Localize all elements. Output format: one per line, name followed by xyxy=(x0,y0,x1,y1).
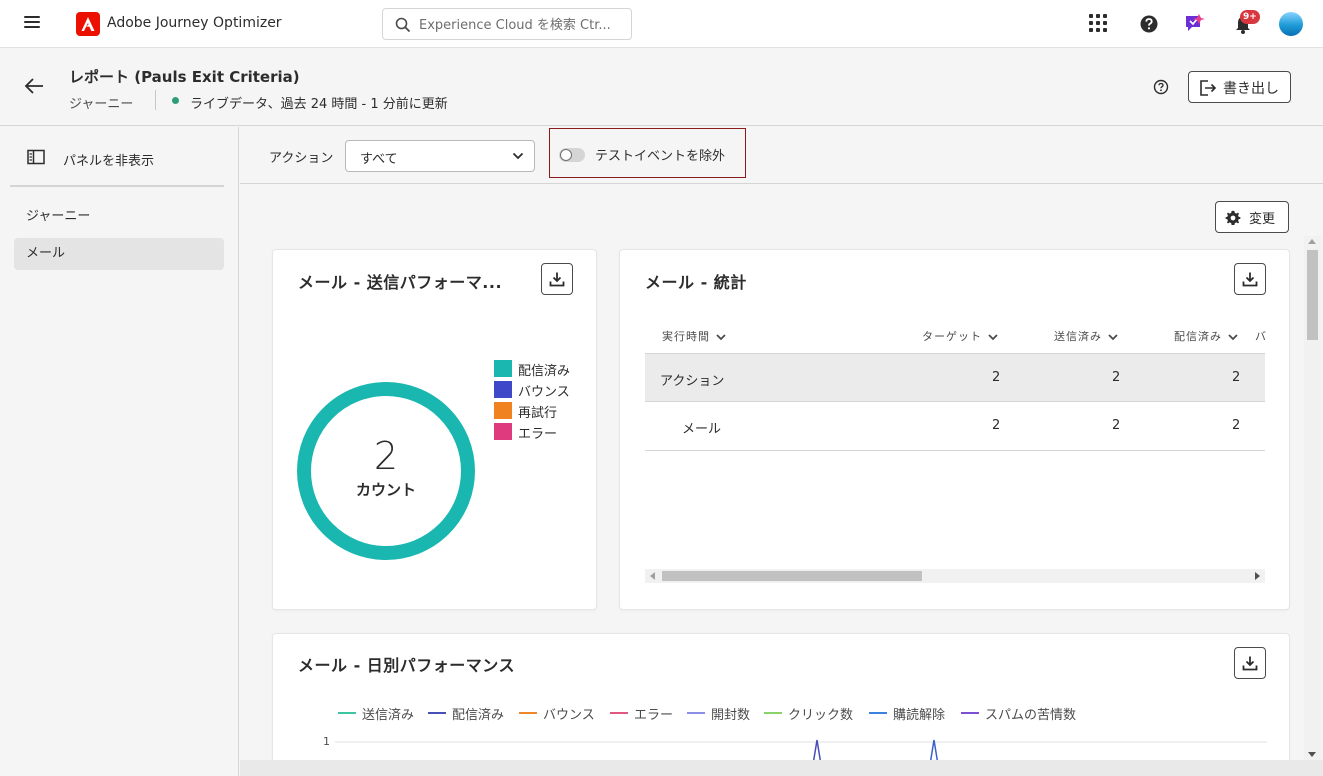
row-target: 2 xyxy=(992,370,1001,385)
column-header-target[interactable]: ターゲット xyxy=(922,328,998,344)
exclude-test-events-label[interactable]: テストイベントを除外 xyxy=(595,145,725,164)
donut-total: 2 xyxy=(373,434,399,478)
exclude-test-events-highlight: テストイベントを除外 xyxy=(549,128,746,178)
table-row[interactable]: アクション 2 2 2 xyxy=(645,353,1265,402)
donut-total-label: カウント xyxy=(355,481,416,499)
report-header: レポート (Pauls Exit Criteria) ジャーニー ライブデータ、… xyxy=(0,49,1323,126)
adobe-logo-icon[interactable] xyxy=(76,12,100,36)
bottom-edge xyxy=(240,760,1323,776)
search-box[interactable] xyxy=(382,8,632,40)
card-title: メール - 日別パフォーマンス xyxy=(298,656,515,675)
send-performance-card: メール - 送信パフォーマ... 2 カウント 配信済み バウンス 再試行 エラ… xyxy=(272,249,597,610)
row-name: メール xyxy=(682,422,722,437)
help-icon[interactable] xyxy=(1137,12,1161,36)
scroll-left-icon[interactable] xyxy=(650,572,655,580)
chevron-down-icon xyxy=(512,152,524,160)
column-header-sent[interactable]: 送信済み xyxy=(1054,328,1118,344)
row-name: アクション xyxy=(660,374,725,389)
chevron-down-icon xyxy=(1228,333,1238,340)
change-label: 変更 xyxy=(1249,212,1276,227)
row-sent: 2 xyxy=(1112,418,1121,433)
breadcrumb[interactable]: ジャーニー xyxy=(69,93,133,112)
export-icon xyxy=(1200,80,1217,96)
stats-card: メール - 統計 実行時間 ターゲット 送信済み 配信済み バ アクション 2 … xyxy=(619,249,1290,610)
search-icon xyxy=(395,17,411,33)
chevron-down-icon xyxy=(1108,333,1118,340)
hide-panel-button[interactable]: パネルを非表示 xyxy=(63,150,154,169)
table-row[interactable]: メール 2 2 2 xyxy=(645,402,1265,451)
gear-icon xyxy=(1225,210,1241,225)
feedback-chat-icon[interactable] xyxy=(1183,12,1207,36)
daily-performance-card: メール - 日別パフォーマンス 送信済み 配信済み バウンス エラー 開封数 ク… xyxy=(272,633,1290,776)
download-button[interactable] xyxy=(1234,647,1266,679)
back-arrow-icon[interactable] xyxy=(24,77,44,95)
action-filter-select[interactable]: すべて xyxy=(345,140,535,172)
change-button[interactable]: 変更 xyxy=(1215,201,1289,233)
hamburger-menu-icon[interactable] xyxy=(24,16,40,30)
panel-divider xyxy=(10,185,224,187)
scroll-up-icon[interactable] xyxy=(1308,239,1316,244)
live-status-dot-icon xyxy=(172,97,179,104)
export-label: 書き出し xyxy=(1223,81,1279,97)
horizontal-scrollbar[interactable] xyxy=(645,569,1265,583)
apps-grid-icon[interactable] xyxy=(1088,13,1108,33)
chevron-down-icon xyxy=(716,333,726,340)
action-filter-label: アクション xyxy=(269,151,334,166)
row-sent: 2 xyxy=(1112,370,1121,385)
scrollbar-thumb[interactable] xyxy=(1307,250,1318,340)
search-input[interactable] xyxy=(419,15,624,35)
row-delivered: 2 xyxy=(1232,418,1241,433)
column-header-bounce[interactable]: バ xyxy=(1255,328,1267,344)
scrollbar-thumb[interactable] xyxy=(662,571,922,581)
card-title: メール - 送信パフォーマ... xyxy=(298,273,503,292)
chevron-down-icon xyxy=(988,333,998,340)
column-header-delivered[interactable]: 配信済み xyxy=(1174,328,1238,344)
top-bar: Adobe Journey Optimizer 9+ xyxy=(0,0,1323,48)
exclude-test-events-toggle[interactable] xyxy=(559,148,585,162)
action-filter-value: すべて xyxy=(360,152,398,167)
column-header-run-time[interactable]: 実行時間 xyxy=(662,328,726,344)
card-title: メール - 統計 xyxy=(645,273,747,292)
y-axis-tick: 1 xyxy=(323,735,330,748)
breadcrumb-divider xyxy=(155,90,156,110)
scroll-right-icon[interactable] xyxy=(1255,572,1260,580)
export-button[interactable]: 書き出し xyxy=(1188,71,1291,103)
live-status-text: ライブデータ、過去 24 時間 - 1 分前に更新 xyxy=(190,97,448,112)
panel-toggle-icon[interactable] xyxy=(27,149,45,165)
notification-badge: 9+ xyxy=(1240,10,1260,24)
row-target: 2 xyxy=(992,418,1001,433)
help-icon[interactable] xyxy=(1153,79,1169,95)
download-icon xyxy=(1242,656,1258,671)
vertical-scrollbar[interactable] xyxy=(1304,236,1321,762)
download-button[interactable] xyxy=(541,263,573,295)
sidebar-item-journey[interactable]: ジャーニー xyxy=(14,201,224,233)
filter-bar: アクション すべて テストイベントを除外 xyxy=(240,127,1323,184)
user-avatar[interactable] xyxy=(1279,12,1303,36)
app-title[interactable]: Adobe Journey Optimizer xyxy=(107,15,282,31)
left-panel: パネルを非表示 ジャーニー メール xyxy=(0,127,239,776)
row-delivered: 2 xyxy=(1232,370,1241,385)
download-icon xyxy=(1242,272,1258,287)
scroll-down-icon[interactable] xyxy=(1308,752,1316,757)
download-icon xyxy=(549,272,565,287)
download-button[interactable] xyxy=(1234,263,1266,295)
page-title: レポート (Pauls Exit Criteria) xyxy=(69,68,300,86)
sidebar-item-mail[interactable]: メール xyxy=(14,238,224,270)
